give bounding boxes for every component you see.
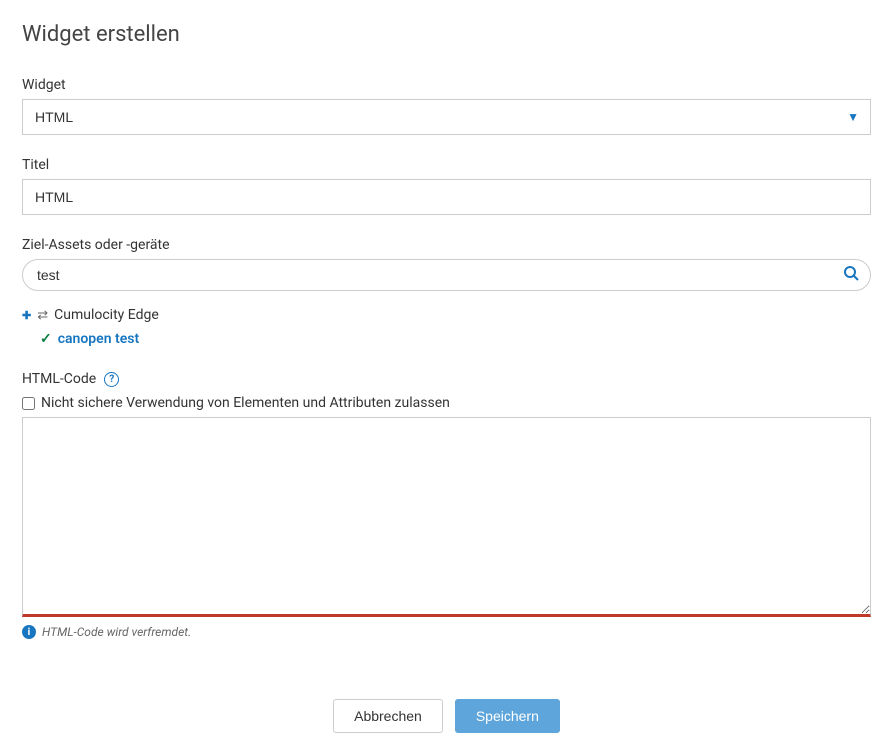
check-icon: ✓ (40, 331, 52, 347)
title-input[interactable] (22, 179, 871, 215)
widget-select[interactable]: HTML (22, 99, 871, 135)
tree-item-parent[interactable]: ✚ ⇄ Cumulocity Edge (22, 305, 871, 325)
htmlcode-field: HTML-Code ? Nicht sichere Verwendung von… (22, 371, 871, 639)
target-label: Ziel-Assets oder -geräte (22, 237, 871, 253)
widget-label: Widget (22, 77, 871, 93)
asset-tree: ✚ ⇄ Cumulocity Edge ✓ canopen test (22, 305, 871, 349)
target-field: Ziel-Assets oder -geräte ✚ ⇄ Cumulocity … (22, 237, 871, 349)
htmlcode-textarea[interactable] (22, 417, 871, 617)
unsafe-checkbox[interactable] (22, 397, 35, 410)
htmlcode-hint: HTML-Code wird verfremdet. (42, 625, 191, 639)
widget-field: Widget HTML ▼ (22, 77, 871, 135)
expand-icon[interactable]: ✚ (22, 309, 31, 322)
page-title: Widget erstellen (22, 22, 871, 47)
search-icon[interactable] (843, 265, 859, 285)
swap-icon: ⇄ (37, 308, 48, 323)
tree-parent-label: Cumulocity Edge (54, 307, 159, 323)
cancel-button[interactable]: Abbrechen (333, 699, 443, 733)
footer: Abbrechen Speichern (0, 683, 893, 753)
target-search-input[interactable] (22, 259, 871, 291)
htmlcode-label: HTML-Code (22, 371, 96, 387)
unsafe-checkbox-label: Nicht sichere Verwendung von Elementen u… (41, 395, 450, 411)
info-icon: i (22, 625, 36, 639)
tree-item-child[interactable]: ✓ canopen test (40, 329, 871, 349)
save-button[interactable]: Speichern (455, 699, 560, 733)
help-icon[interactable]: ? (104, 372, 119, 387)
title-field: Titel (22, 157, 871, 215)
tree-child-label: canopen test (58, 331, 139, 347)
title-label: Titel (22, 157, 871, 173)
